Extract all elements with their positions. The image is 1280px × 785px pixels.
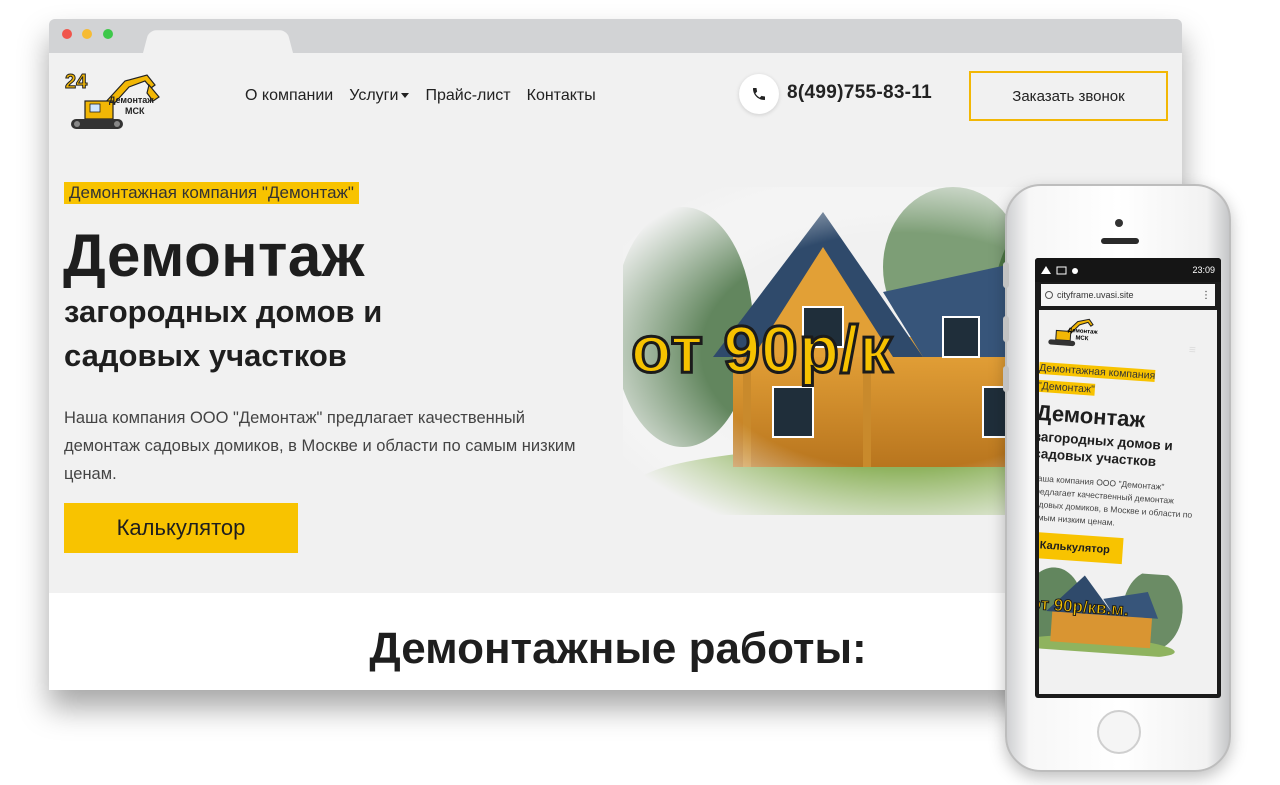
mobile-url-text: cityframe.uvasi.site bbox=[1057, 290, 1134, 300]
phone-side-button bbox=[1003, 262, 1009, 288]
mobile-tagline-line1: Демонтажная компания bbox=[1039, 361, 1156, 382]
browser-titlebar bbox=[49, 19, 1182, 53]
close-window-dot[interactable] bbox=[62, 29, 72, 39]
camera-icon bbox=[1115, 219, 1123, 227]
mobile-logo-line2: МСК bbox=[1075, 335, 1089, 343]
nav-item-services-label: Услуги bbox=[349, 87, 399, 104]
mobile-status-bar: 23:09 bbox=[1035, 258, 1221, 282]
main-nav: О компании Услуги Прайс-лист Контакты bbox=[245, 87, 596, 105]
mobile-tagline: Демонтажная компания "Демонтаж" bbox=[1039, 358, 1210, 406]
info-icon bbox=[1045, 291, 1053, 299]
mobile-calculator-button[interactable]: Калькулятор bbox=[1039, 531, 1124, 565]
status-icons bbox=[1041, 266, 1078, 275]
mobile-logo[interactable]: Демонтаж МСК ≡ bbox=[1041, 314, 1196, 357]
phone-icon bbox=[753, 88, 765, 100]
hero-subtitle: загородных домов и садовых участков bbox=[64, 290, 382, 378]
hamburger-icon[interactable]: ≡ bbox=[1188, 342, 1196, 356]
calculator-button[interactable]: Калькулятор bbox=[64, 503, 298, 553]
mobile-url-bar[interactable]: cityframe.uvasi.site ⋮ bbox=[1041, 284, 1215, 306]
hero-subtitle-line1: загородных домов и bbox=[64, 294, 383, 329]
nav-item-about[interactable]: О компании bbox=[245, 87, 333, 105]
kebab-menu-icon[interactable]: ⋮ bbox=[1201, 290, 1215, 301]
callback-button[interactable]: Заказать звонок bbox=[969, 71, 1168, 121]
caret-down-icon bbox=[401, 93, 410, 99]
site-logo[interactable]: 24 Демонтаж МСК bbox=[63, 71, 167, 133]
hero-description: Наша компания ООО "Демонтаж" предлагает … bbox=[64, 409, 576, 483]
phone-volume-up bbox=[1003, 316, 1009, 342]
phone-volume-down bbox=[1003, 366, 1009, 392]
browser-tab[interactable] bbox=[143, 30, 293, 53]
home-button[interactable] bbox=[1097, 710, 1141, 754]
mobile-tagline-line2: "Демонтаж" bbox=[1039, 379, 1096, 396]
hero-title: Демонтаж bbox=[63, 222, 365, 289]
logo-line2: МСК bbox=[125, 106, 145, 116]
nav-item-services[interactable]: Услуги bbox=[349, 87, 410, 105]
nav-item-price[interactable]: Прайс-лист bbox=[425, 87, 510, 105]
hero-tagline: Демонтажная компания "Демонтаж" bbox=[64, 182, 359, 204]
speaker-grille bbox=[1101, 238, 1139, 244]
mobile-screen: 23:09 cityframe.uvasi.site ⋮ Демонтаж МС… bbox=[1035, 258, 1221, 698]
mobile-hero-description: Наша компания ООО "Демонтаж" предлагает … bbox=[1039, 472, 1193, 528]
mobile-status-time: 23:09 bbox=[1192, 265, 1215, 275]
mobile-page: Демонтаж МСК ≡ Демонтажная компания "Дем… bbox=[1039, 310, 1217, 694]
logo-number: 24 bbox=[64, 71, 88, 94]
nav-item-contacts[interactable]: Контакты bbox=[527, 87, 596, 105]
hero-subtitle-line2: садовых участков bbox=[64, 338, 347, 373]
phone-button[interactable] bbox=[739, 74, 779, 114]
hero-promo-price: от 90р/к bbox=[629, 311, 894, 388]
mobile-house-image: от 90р/кв.м. bbox=[1039, 565, 1185, 659]
logo-line1: Демонтаж bbox=[109, 95, 154, 105]
minimize-window-dot[interactable] bbox=[82, 29, 92, 39]
mobile-device: 23:09 cityframe.uvasi.site ⋮ Демонтаж МС… bbox=[1003, 184, 1231, 772]
maximize-window-dot[interactable] bbox=[103, 29, 113, 39]
mobile-page-content: Демонтаж МСК ≡ Демонтажная компания "Дем… bbox=[1039, 314, 1213, 659]
phone-number[interactable]: 8(499)755-83-11 bbox=[787, 82, 932, 104]
